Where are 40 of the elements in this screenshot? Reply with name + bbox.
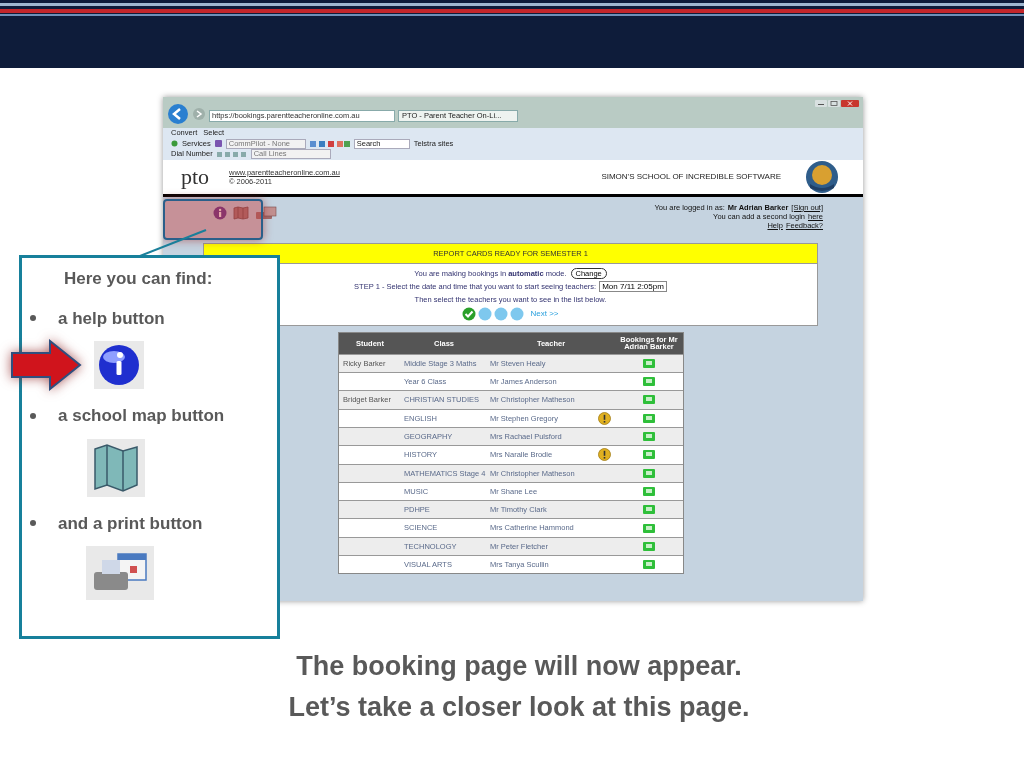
school-crest-icon [805,160,839,194]
caption-text: Let’s take a closer look at this page. [288,691,750,724]
phone-icons-drawing[interactable] [216,150,247,158]
bullet-icon [30,412,36,419]
globe-icon[interactable] [171,140,178,147]
book-icon[interactable] [643,468,655,478]
callout-heading: Here you can find: [64,268,214,290]
app-icon[interactable] [214,140,222,147]
caption-text: The booking page will now appear. [296,650,742,683]
book-icon[interactable] [643,560,655,570]
book-icon[interactable] [643,541,655,551]
book-icon[interactable] [643,505,655,515]
forward-icon[interactable] [192,107,206,121]
maximize-icon[interactable] [828,100,840,107]
map-icon [87,438,145,497]
list-item-text: and a print button [58,512,203,535]
site-logo: pto [181,166,211,188]
info-icon [94,341,144,389]
book-icon[interactable] [643,523,655,533]
close-icon[interactable] [841,100,859,107]
book-icon[interactable] [643,377,655,387]
help-icon[interactable] [213,206,227,220]
toolbar-icons-drawing[interactable] [309,140,350,147]
book-icon[interactable] [643,450,655,460]
map-icon[interactable] [233,206,249,220]
date-select[interactable]: Mon 7/11 2:05pm [599,281,667,293]
back-icon[interactable] [167,103,189,125]
minimize-icon[interactable] [815,100,827,107]
book-icon[interactable] [643,432,655,442]
list-item-text: a school map button [58,405,225,427]
print-icon[interactable] [255,206,277,220]
school-name: SIMON'S SCHOOL OF INCREDIBLE SOFTWARE [601,171,781,183]
book-icon[interactable] [643,395,655,405]
list-item-text: a help button [58,307,165,330]
print-icon [86,546,154,600]
book-icon[interactable] [643,413,655,423]
bullet-icon [30,520,36,527]
book-icon[interactable] [643,358,655,368]
bullet-icon [30,315,36,322]
book-icon[interactable] [643,486,655,496]
